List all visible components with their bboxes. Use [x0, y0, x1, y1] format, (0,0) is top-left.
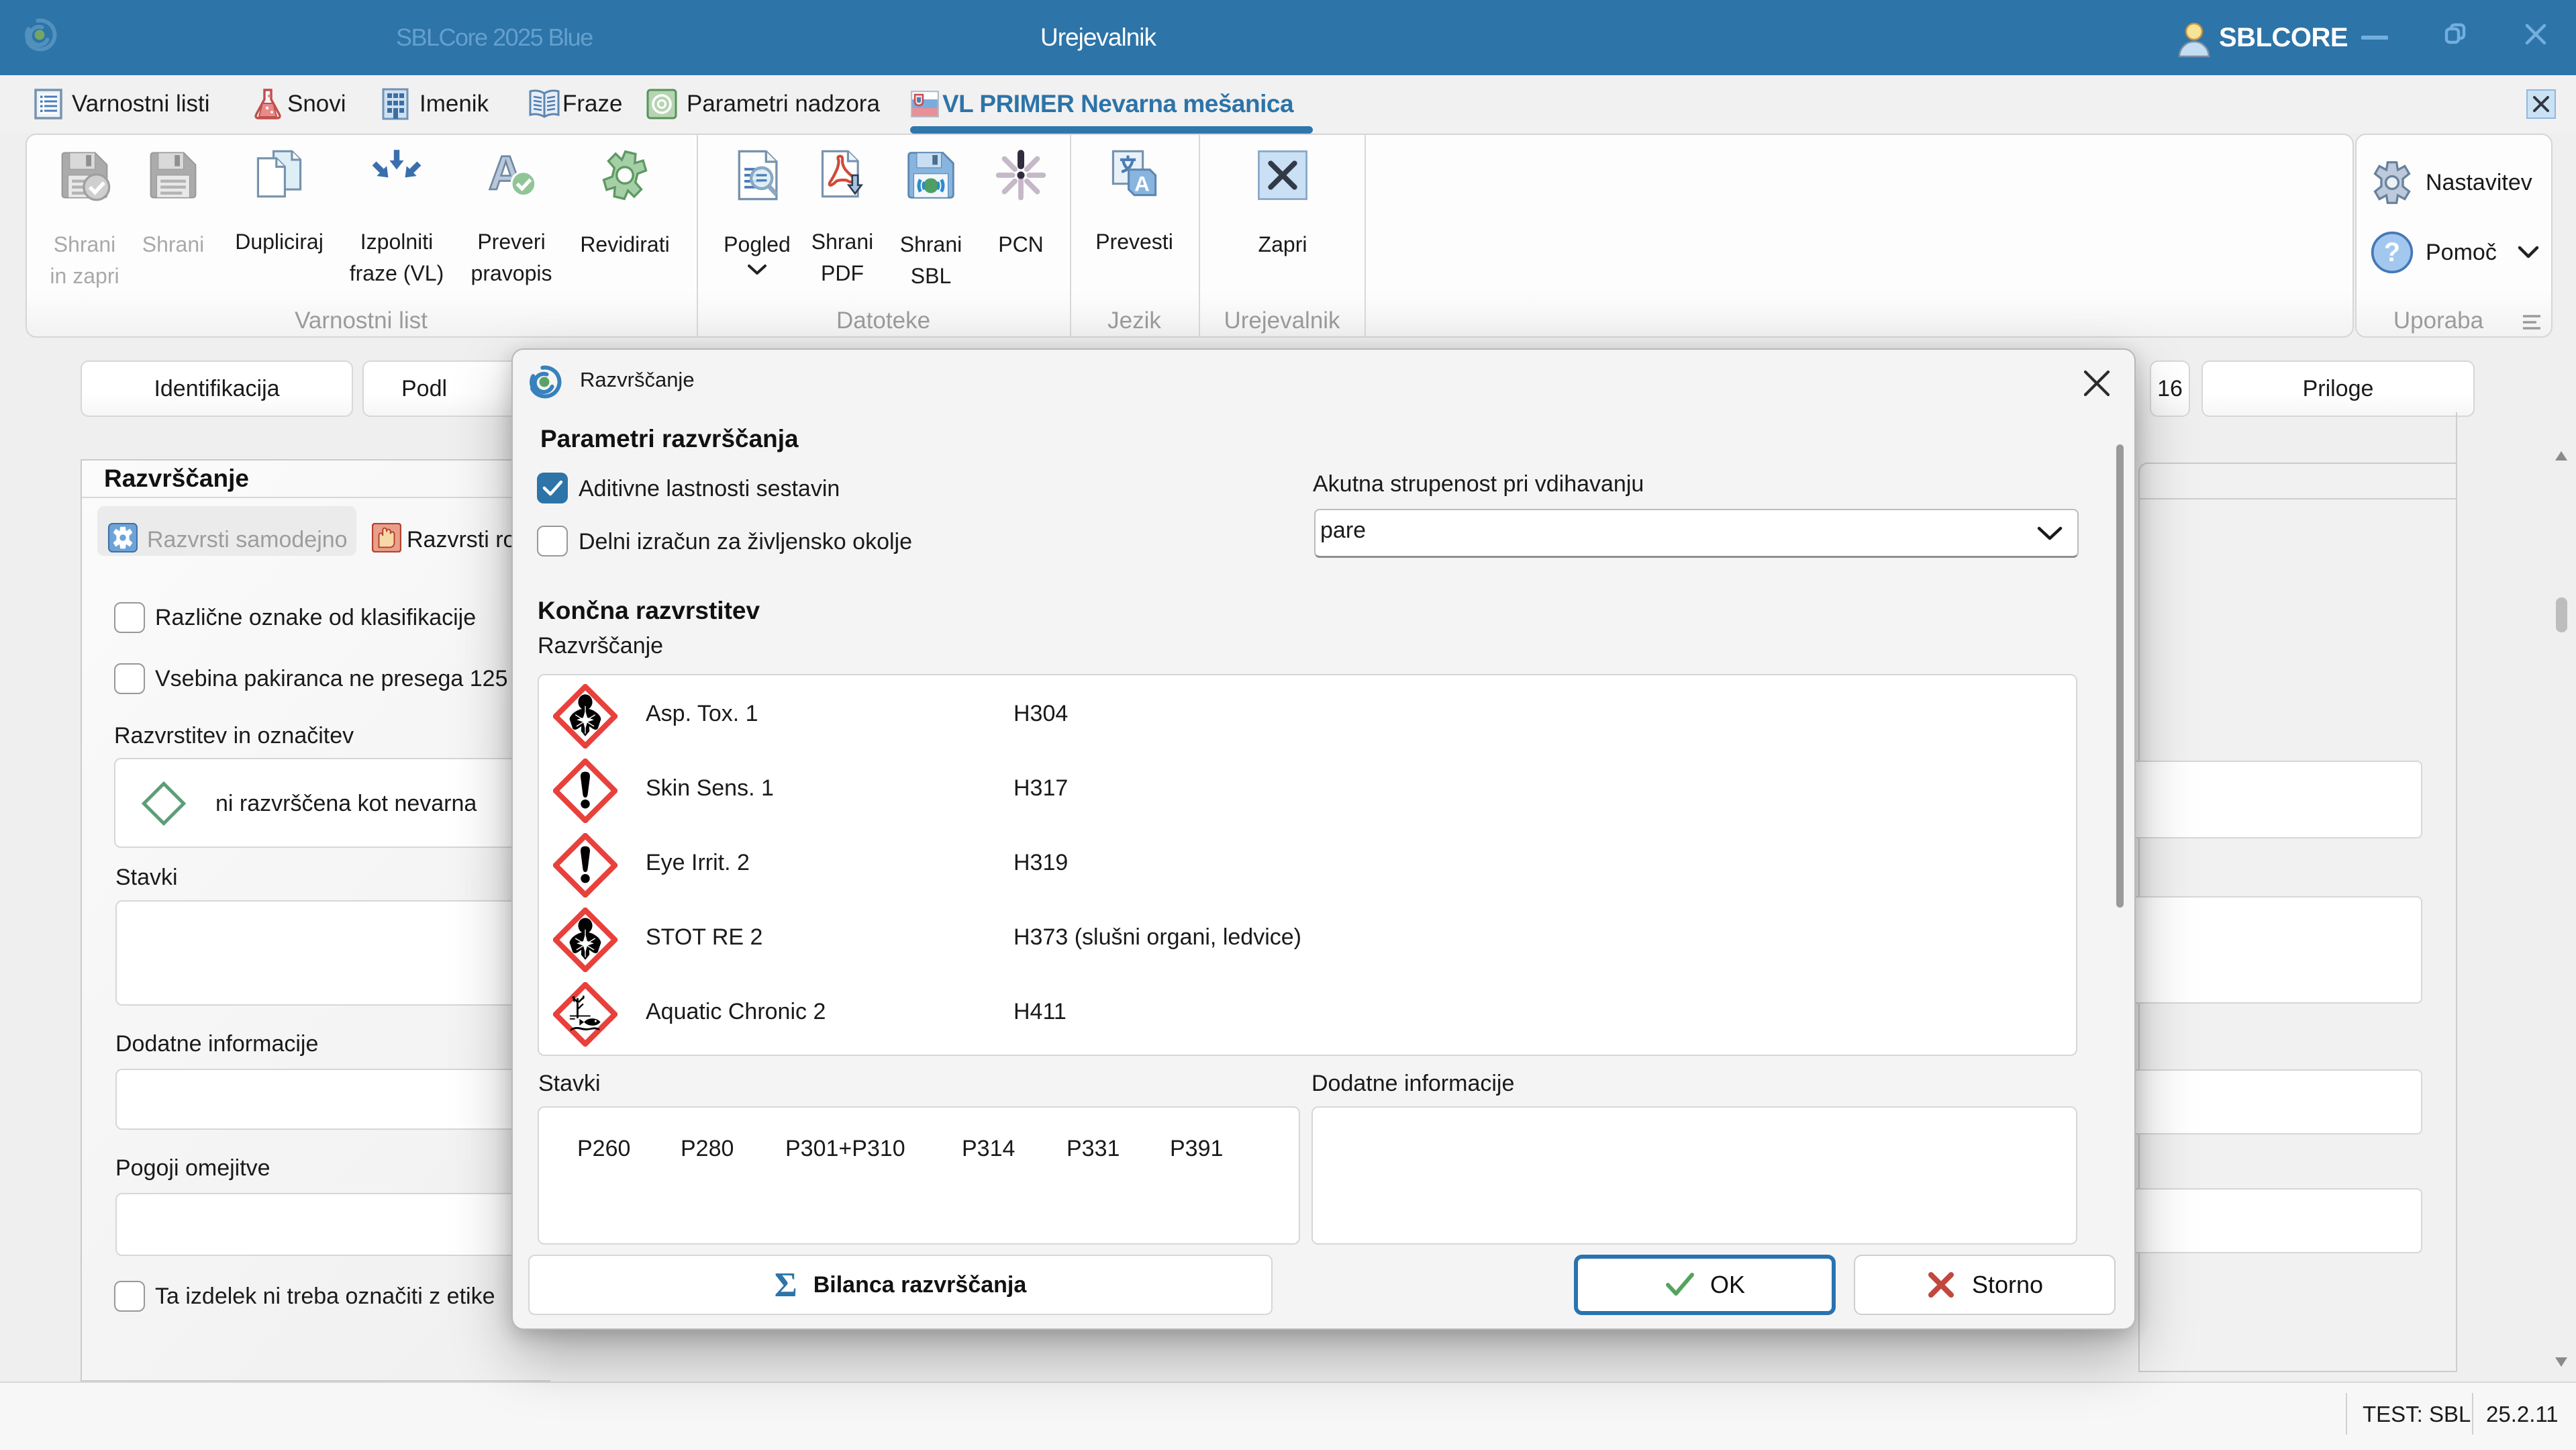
svg-text:?: ? [2384, 238, 2400, 267]
svg-text:A: A [1134, 171, 1150, 195]
